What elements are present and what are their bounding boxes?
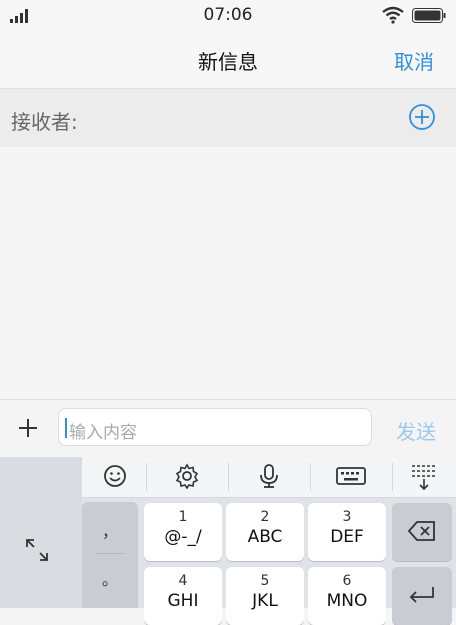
- nav-bar: 新信息 取消: [0, 30, 456, 89]
- recipient-row[interactable]: 接收者:: [0, 89, 456, 147]
- key-1[interactable]: 1 @-_/: [144, 503, 222, 561]
- microphone-icon[interactable]: [256, 463, 282, 493]
- toolbar-divider: [392, 463, 393, 491]
- text-caret: [65, 418, 67, 438]
- compose-bar: 输入内容 发送: [0, 399, 456, 458]
- add-contact-icon[interactable]: [408, 103, 436, 135]
- keyboard-side-panel: [0, 457, 82, 608]
- key-4[interactable]: 4 GHI: [144, 567, 222, 625]
- battery-icon: [412, 8, 446, 27]
- status-bar: 07:06: [0, 0, 456, 30]
- key-3[interactable]: 3 DEF: [308, 503, 386, 561]
- key-5[interactable]: 5 JKL: [226, 567, 304, 625]
- enter-button[interactable]: [392, 567, 452, 625]
- period-key[interactable]: 。: [82, 566, 138, 590]
- message-area: [0, 147, 456, 399]
- message-placeholder: 输入内容: [69, 423, 137, 443]
- keyboard: ， 。 1 @-_/ 2 ABC 3 DEF 4 GHI 5 JKL 6 MNO: [0, 457, 456, 625]
- backspace-icon: [407, 521, 436, 545]
- send-button[interactable]: 发送: [396, 416, 436, 445]
- toolbar-divider: [146, 463, 147, 491]
- toolbar-divider: [310, 463, 311, 491]
- recipient-label: 接收者:: [11, 110, 78, 134]
- gear-icon[interactable]: [174, 463, 200, 493]
- enter-icon: [408, 585, 436, 609]
- message-input[interactable]: 输入内容: [58, 408, 372, 446]
- punctuation-divider: [96, 553, 124, 554]
- expand-icon[interactable]: [24, 537, 50, 567]
- wifi-icon: [382, 6, 404, 28]
- keyboard-switch-icon[interactable]: [336, 463, 366, 493]
- cancel-button[interactable]: 取消: [394, 46, 434, 75]
- emoji-icon[interactable]: [102, 463, 128, 493]
- key-6[interactable]: 6 MNO: [308, 567, 386, 625]
- toolbar-divider: [228, 463, 229, 491]
- key-2[interactable]: 2 ABC: [226, 503, 304, 561]
- keyboard-toolbar: [82, 457, 456, 498]
- backspace-button[interactable]: [392, 503, 452, 561]
- comma-key[interactable]: ，: [82, 518, 138, 542]
- page-title: 新信息: [198, 50, 258, 74]
- collapse-keyboard-icon[interactable]: [410, 463, 438, 495]
- punctuation-column: ， 。: [82, 502, 138, 608]
- plus-icon[interactable]: [16, 416, 40, 444]
